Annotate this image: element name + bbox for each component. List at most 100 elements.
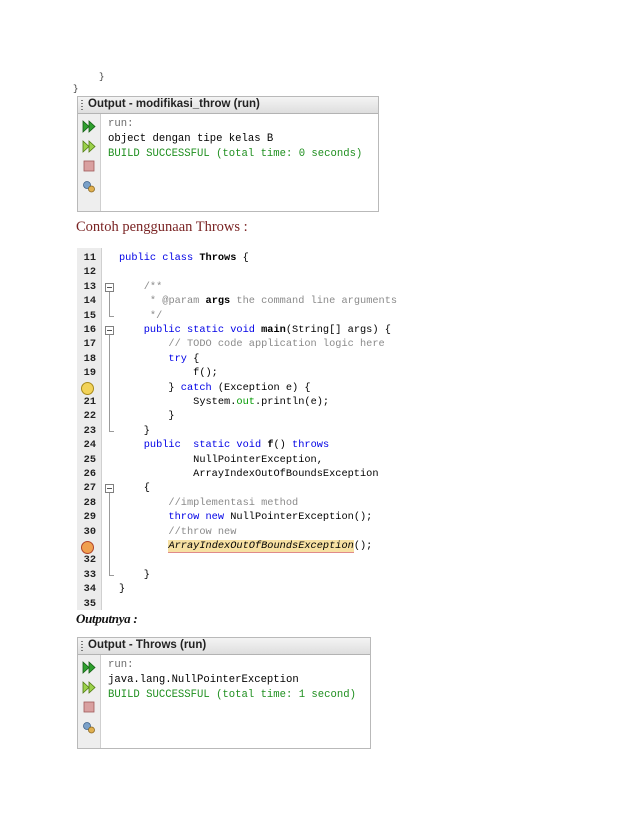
code-line: 19 f(); [77, 366, 422, 380]
output-line: BUILD SUCCESSFUL (total time: 1 second) [108, 689, 356, 701]
code-token: { [236, 252, 249, 264]
code-text: NullPointerException, [119, 453, 323, 467]
code-line: 18 try { [77, 352, 422, 366]
grip-icon[interactable] [81, 641, 83, 651]
stop-icon[interactable] [82, 160, 96, 173]
code-text: public static void f() throws [119, 438, 329, 452]
code-line: 23 } [77, 424, 422, 438]
code-text: } [119, 409, 175, 423]
code-line: 11 public class Throws { [77, 251, 422, 265]
code-token: f(); [119, 367, 218, 380]
line-number: 18 [83, 352, 96, 365]
code-token: @param [162, 295, 200, 308]
code-line: 15 */ [77, 309, 422, 323]
output-line: BUILD SUCCESSFUL (total time: 0 seconds) [108, 148, 363, 160]
code-line: 22 } [77, 409, 422, 423]
settings-icon[interactable] [82, 180, 96, 193]
code-text: public class Throws { [119, 251, 249, 265]
code-token: (String[] args) { [285, 324, 391, 336]
fold-guide [109, 335, 110, 431]
fold-guide [109, 291, 110, 316]
stray-brace: } [73, 84, 79, 94]
fold-toggle-icon[interactable] [105, 484, 114, 494]
code-text: // TODO code application logic here [119, 337, 385, 351]
code-token: /** [119, 280, 163, 293]
code-line: 27 { [77, 481, 422, 495]
output-line: run: [108, 118, 134, 130]
rerun-with-options-icon[interactable] [82, 140, 96, 153]
code-line: 13 /** [77, 280, 422, 294]
line-number: 21 [83, 396, 96, 408]
stop-icon[interactable] [82, 701, 96, 714]
code-line: 33 } [77, 568, 422, 582]
line-number: 19 [83, 367, 96, 380]
code-line: 24 public static void f() throws [77, 438, 422, 452]
code-text: ArrayIndexOutOfBoundsException(); [119, 539, 372, 553]
code-line: 12 [77, 265, 422, 279]
code-token: } [119, 568, 150, 581]
output-panel-title[interactable]: Output - Throws (run) [88, 639, 206, 651]
line-number: 23 [83, 424, 96, 437]
code-token: //throw new [119, 525, 237, 538]
output-panel-title[interactable]: Output - modifikasi_throw (run) [88, 98, 260, 110]
code-text: /** [119, 280, 163, 294]
code-token: NullPointerException, [119, 453, 323, 466]
line-number: 27 [83, 482, 96, 495]
code-token: // TODO code application logic here [119, 338, 385, 351]
code-token: () [273, 439, 293, 452]
lightbulb-hint-icon[interactable] [81, 382, 94, 396]
fold-toggle-icon[interactable] [105, 326, 114, 335]
code-token: { [119, 482, 150, 495]
code-line: 21 System.out.println(e); [77, 395, 422, 409]
rerun-icon[interactable] [82, 661, 96, 674]
code-token: ArrayIndexOutOfBoundsException [119, 468, 379, 480]
settings-icon[interactable] [82, 721, 96, 734]
line-number: 29 [83, 511, 96, 524]
line-number: 13 [83, 280, 96, 293]
line-number: 26 [83, 468, 96, 480]
fold-toggle-icon[interactable] [105, 282, 114, 292]
code-line: 17 // TODO code application logic here [77, 337, 422, 351]
output-text: run: object dengan tipe kelas B BUILD SUCC… [108, 117, 362, 162]
code-text: } [119, 582, 125, 596]
stray-brace: } [99, 72, 105, 82]
code-text: System.out.println(e); [119, 395, 329, 409]
line-number: 24 [83, 439, 96, 452]
code-text: //throw new [119, 525, 236, 539]
line-number: 22 [83, 410, 96, 423]
line-number: 33 [83, 568, 96, 581]
code-token: args [199, 295, 231, 308]
code-text: */ [119, 309, 162, 323]
fold-end-mark [109, 430, 114, 432]
output-toolbar [78, 114, 101, 211]
line-number: 34 [83, 583, 96, 596]
line-number: 14 [83, 295, 96, 308]
output-line: run: [108, 659, 134, 671]
output-panel-header: Output - Throws (run) [78, 638, 370, 655]
line-number: 35 [83, 597, 96, 610]
code-token: try [119, 352, 187, 365]
code-text: ArrayIndexOutOfBoundsException [119, 467, 379, 481]
rerun-icon[interactable] [82, 120, 96, 133]
output-text: run: java.lang.NullPointerException BUILD … [108, 658, 356, 703]
line-number: 16 [83, 324, 96, 336]
line-number: 17 [83, 338, 96, 351]
line-number: 12 [83, 266, 96, 279]
code-token: } [119, 410, 175, 423]
code-token: throw new [119, 511, 231, 524]
code-token: catch [180, 381, 212, 394]
rerun-with-options-icon[interactable] [82, 681, 96, 694]
grip-icon[interactable] [81, 100, 83, 110]
fold-guide [109, 493, 110, 575]
output-line: object dengan tipe kelas B [108, 133, 274, 145]
code-token: ArrayIndexOutOfBoundsException [168, 540, 354, 553]
code-text: } [119, 568, 150, 582]
output-toolbar [78, 655, 101, 748]
code-editor: 11 public class Throws {12 13 /** 14 * @par… [77, 248, 422, 610]
output-panel-1: Output - modifikasi_throw (run) run: obje… [77, 96, 379, 212]
code-token: * [119, 295, 163, 308]
code-token: public static void [119, 324, 262, 336]
line-number: 30 [83, 525, 96, 538]
error-hint-icon[interactable] [81, 540, 94, 554]
